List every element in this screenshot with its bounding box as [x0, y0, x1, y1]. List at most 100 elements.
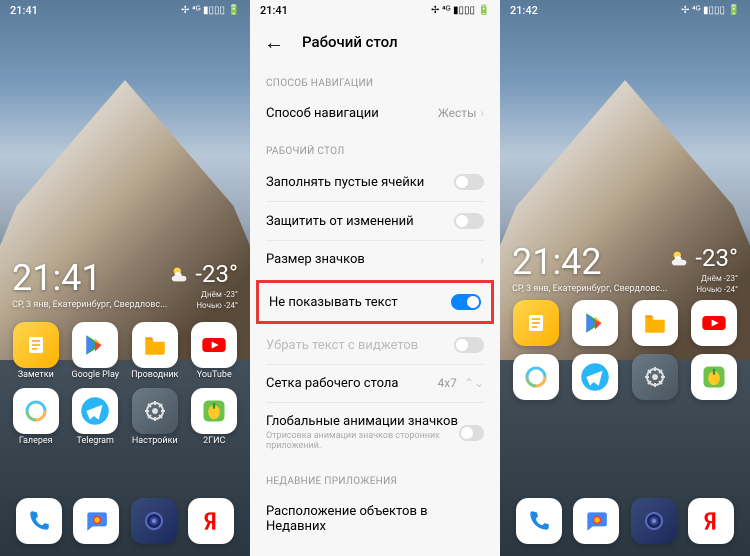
clock-widget[interactable]: 21:42 СР, 3 янв, Екатеринбург, Свердловс…: [512, 244, 667, 294]
gallery-icon: [513, 354, 559, 400]
clock-time: 21:42: [512, 244, 667, 280]
app-notes[interactable]: Заметки: [10, 322, 62, 380]
play-icon: [72, 322, 118, 368]
app-play[interactable]: Google Play: [70, 322, 122, 380]
row-value: Жесты: [438, 106, 476, 120]
phone-left-home: 21:41 ✢ ⁴ᴳ ▮▯▯▯ 🔋 21:41 СР, 3 янв, Екате…: [0, 0, 250, 556]
weather-temp: -23°: [195, 260, 238, 288]
row-label: Размер значков: [266, 252, 365, 267]
row-label: Способ навигации: [266, 106, 379, 121]
app-label: Галерея: [19, 436, 53, 446]
app-tg[interactable]: Telegram: [70, 388, 122, 446]
clock-widget[interactable]: 21:41 СР, 3 янв, Екатеринбург, Свердловс…: [12, 260, 167, 310]
app-label: Заметки: [18, 370, 54, 380]
app-files[interactable]: [629, 300, 681, 346]
app-settings[interactable]: [629, 354, 681, 400]
row-nav-method[interactable]: Способ навигации Жесты ›: [250, 95, 500, 132]
chevron-right-icon: ›: [480, 106, 484, 120]
app-notes[interactable]: [510, 300, 562, 346]
dock-msg[interactable]: [573, 498, 619, 544]
play-icon: [572, 300, 618, 346]
row-global-anim[interactable]: Глобальные анимации значков Отрисовка ан…: [250, 403, 500, 462]
toggle-off[interactable]: [454, 174, 484, 190]
dock-ya[interactable]: [688, 498, 734, 544]
row-fill-empty[interactable]: Заполнять пустые ячейки: [250, 163, 500, 201]
row-recents-layout[interactable]: Расположение объектов в Недавних: [250, 493, 500, 538]
row-protect[interactable]: Защитить от изменений: [250, 202, 500, 240]
toggle-on[interactable]: [451, 294, 481, 310]
dock-phone[interactable]: [516, 498, 562, 544]
toggle-off[interactable]: [454, 213, 484, 229]
weather-day: Днём -23°: [669, 274, 738, 283]
page-title: Рабочий стол: [302, 33, 398, 51]
app-label: 2ГИС: [203, 436, 225, 446]
files-icon: [132, 322, 178, 368]
app-label: Настройки: [132, 436, 178, 446]
app-gallery[interactable]: Галерея: [10, 388, 62, 446]
section-nav: СПОСОБ НАВИГАЦИИ: [250, 64, 500, 95]
app-settings[interactable]: Настройки: [129, 388, 181, 446]
row-value: 4x7: [437, 376, 456, 390]
weather-icon: [669, 247, 691, 269]
clock-time: 21:41: [12, 260, 167, 296]
status-bar: 21:42 ✢ ⁴ᴳ ▮▯▯▯ 🔋: [500, 0, 750, 20]
row-hide-text[interactable]: Не показывать текст: [259, 283, 491, 321]
row-remove-widget-text: Убрать текст с виджетов: [250, 326, 500, 364]
dock-ya[interactable]: [188, 498, 234, 544]
section-recents: НЕДАВНИЕ ПРИЛОЖЕНИЯ: [250, 462, 500, 493]
weather-night: Ночью -24°: [669, 285, 738, 294]
row-grid[interactable]: Сетка рабочего стола 4x7 ⌃⌄: [250, 365, 500, 402]
row-sublabel: Отрисовка анимации значков сторонних при…: [266, 431, 459, 451]
status-time: 21:42: [510, 4, 538, 17]
status-time: 21:41: [10, 4, 38, 17]
row-label: Защитить от изменений: [266, 214, 414, 229]
settings-icon: [632, 354, 678, 400]
tg-icon: [72, 388, 118, 434]
app-play[interactable]: [570, 300, 622, 346]
dock-phone[interactable]: [16, 498, 62, 544]
2gis-icon: [691, 354, 737, 400]
app-gallery[interactable]: [510, 354, 562, 400]
dock-msg[interactable]: [73, 498, 119, 544]
status-icons: ✢ ⁴ᴳ ▮▯▯▯ 🔋: [431, 5, 490, 16]
dock-cam[interactable]: [631, 498, 677, 544]
row-label: Глобальные анимации значков: [266, 414, 459, 429]
app-2gis[interactable]: 2ГИС: [189, 388, 241, 446]
app-label: Telegram: [77, 436, 114, 446]
weather-widget[interactable]: -23° Днём -23° Ночью -24°: [669, 244, 738, 294]
weather-temp: -23°: [695, 244, 738, 272]
app-label: Google Play: [71, 370, 119, 380]
app-yt[interactable]: [689, 300, 741, 346]
weather-icon: [169, 263, 191, 285]
dock: [10, 498, 240, 544]
notes-icon: [13, 322, 59, 368]
settings-header: ← Рабочий стол: [250, 20, 500, 64]
settings-icon: [132, 388, 178, 434]
toggle-off[interactable]: [459, 425, 484, 441]
app-2gis[interactable]: [689, 354, 741, 400]
row-icon-size[interactable]: Размер значков ›: [250, 241, 500, 278]
weather-night: Ночью -24°: [169, 301, 238, 310]
app-files[interactable]: Проводник: [129, 322, 181, 380]
back-icon[interactable]: ←: [264, 30, 284, 55]
app-grid: [510, 300, 740, 400]
yt-icon: [191, 322, 237, 368]
toggle-disabled: [454, 337, 484, 353]
row-label: Сетка рабочего стола: [266, 376, 398, 391]
dock: [510, 498, 740, 544]
app-grid: Заметки Google Play Проводник YouTube Галере…: [10, 322, 240, 446]
phone-middle-settings: 21:41 ✢ ⁴ᴳ ▮▯▯▯ 🔋 ← Рабочий стол СПОСОБ …: [250, 0, 500, 556]
app-tg[interactable]: [570, 354, 622, 400]
status-bar: 21:41 ✢ ⁴ᴳ ▮▯▯▯ 🔋: [0, 0, 250, 20]
gallery-icon: [13, 388, 59, 434]
dock-cam[interactable]: [131, 498, 177, 544]
weather-widget[interactable]: -23° Днём -23° Ночью -24°: [169, 260, 238, 310]
phone-right-home: 21:42 ✢ ⁴ᴳ ▮▯▯▯ 🔋 21:42 СР, 3 янв, Екате…: [500, 0, 750, 556]
status-icons: ✢ ⁴ᴳ ▮▯▯▯ 🔋: [681, 5, 740, 16]
status-bar: 21:41 ✢ ⁴ᴳ ▮▯▯▯ 🔋: [250, 0, 500, 20]
2gis-icon: [191, 388, 237, 434]
yt-icon: [691, 300, 737, 346]
app-yt[interactable]: YouTube: [189, 322, 241, 380]
status-time: 21:41: [260, 4, 288, 17]
app-label: Проводник: [131, 370, 178, 380]
